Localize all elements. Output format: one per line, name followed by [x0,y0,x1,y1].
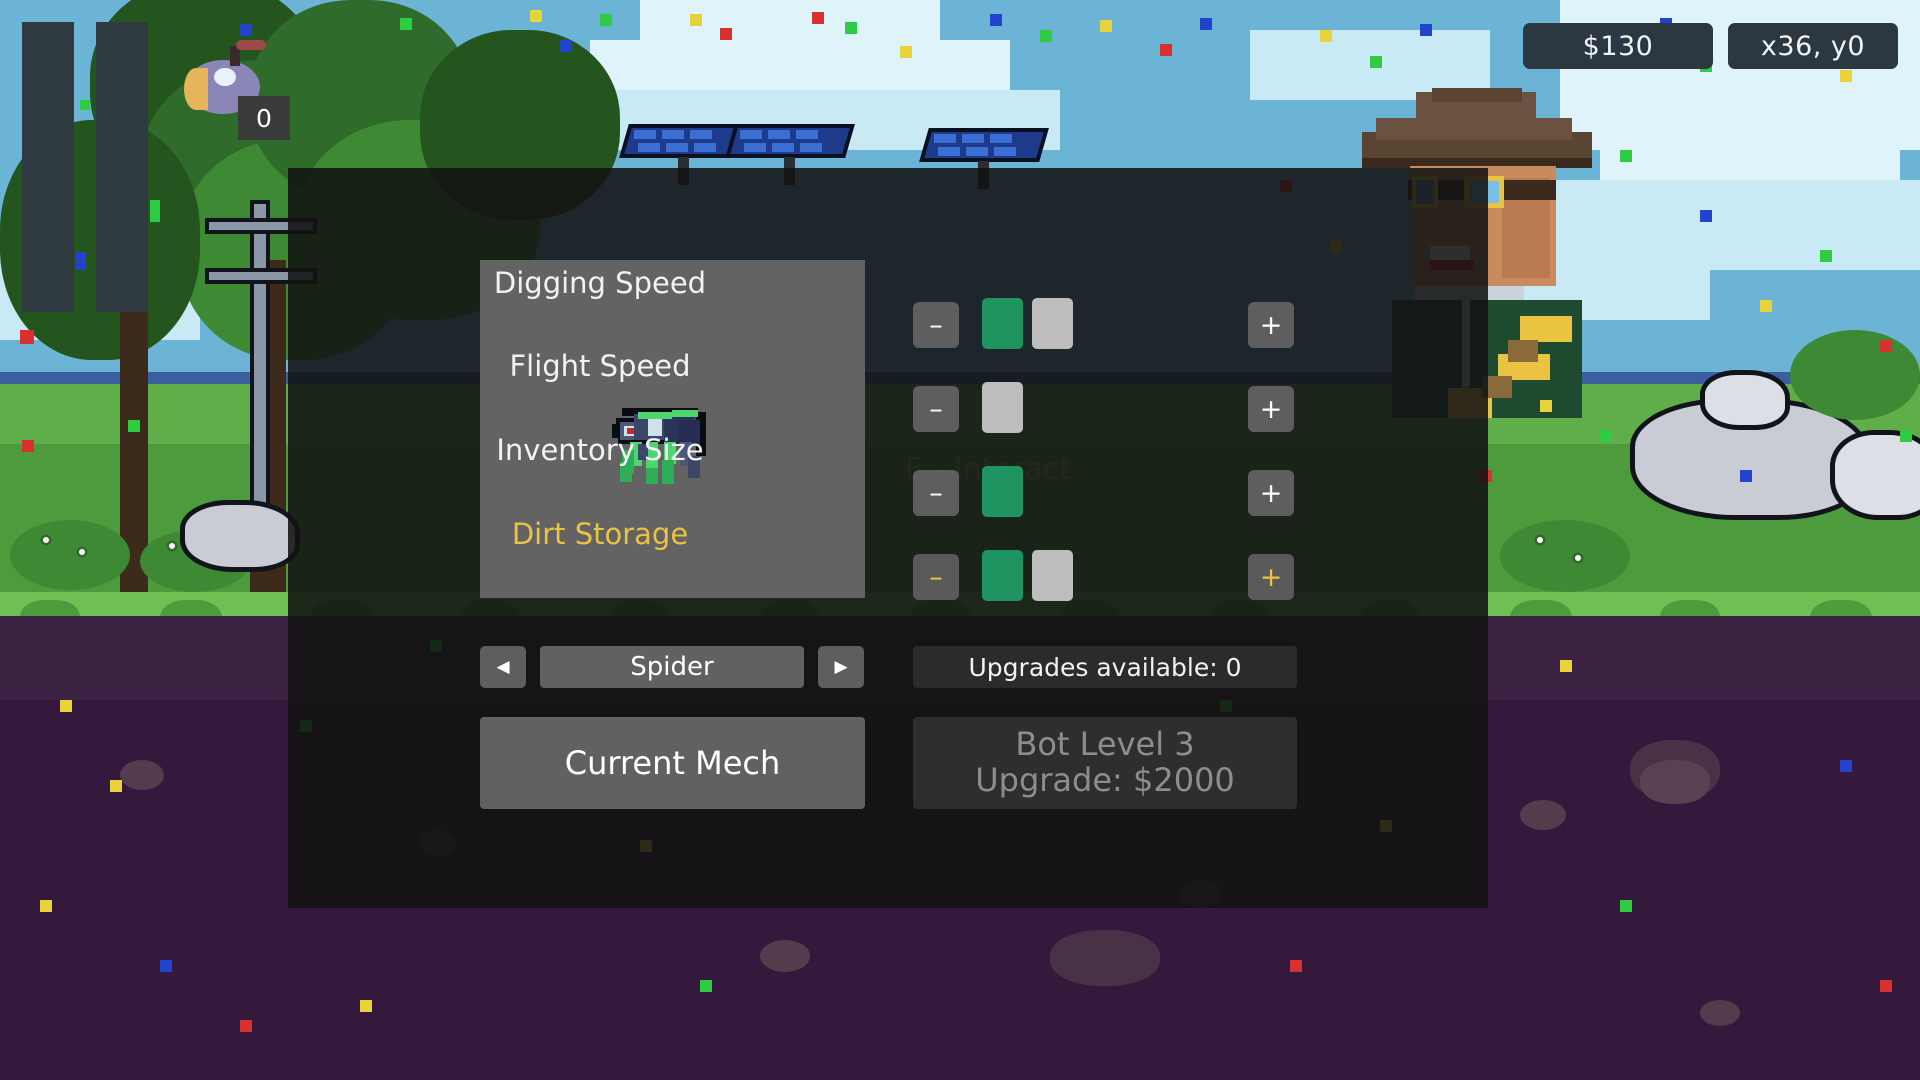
upgrade-decrement-inventory-size[interactable]: – [913,470,959,516]
upgrade-increment-digging-speed[interactable]: + [1248,302,1294,348]
money-display: $130 [1523,23,1713,69]
mech-name-display[interactable]: Spider [540,646,804,688]
upgrade-decrement-digging-speed[interactable]: – [913,302,959,348]
upgrade-increment-inventory-size[interactable]: + [1248,470,1294,516]
upgrade-increment-dirt-storage[interactable]: + [1248,554,1294,600]
dirt-pebble [760,940,810,972]
chevron-right-icon: ▶ [834,657,848,677]
upgrades-available-value: Upgrades available: 0 [968,652,1242,682]
underground-rock [1050,930,1160,986]
bot-upgrade-cost-label: Upgrade: $2000 [975,761,1235,799]
money-value: $130 [1582,30,1654,62]
underground-rock [1640,760,1710,804]
upgrade-pip-digging-speed-1[interactable] [982,298,1023,349]
boulder [1830,430,1920,520]
chevron-left-icon: ◀ [496,657,510,677]
bomb-count-value: 0 [256,103,272,133]
upgrade-pip-dirt-storage-1[interactable] [982,550,1023,601]
upgrade-label-digging-speed: Digging Speed [493,266,707,300]
upgrade-decrement-dirt-storage[interactable]: – [913,554,959,600]
dirt-pebble [120,760,164,790]
upgrade-label-flight-speed: Flight Speed [509,349,691,383]
game-screen: 0 $130 x36, y0 E - Interact [0,0,1920,1080]
upgrades-available-display: Upgrades available: 0 [913,646,1297,688]
upgrade-pip-dirt-storage-2[interactable] [1032,550,1073,601]
coordinates-display: x36, y0 [1728,23,1898,69]
dirt-pebble [1700,1000,1740,1026]
next-mech-button[interactable]: ▶ [818,646,864,688]
mech-name-value: Spider [630,652,714,682]
upgrade-decrement-flight-speed[interactable]: – [913,386,959,432]
current-mech-button[interactable]: Current Mech [480,717,865,809]
upgrade-pip-inventory-size-1[interactable] [982,466,1023,517]
dirt-pebble [1520,800,1566,830]
previous-mech-button[interactable]: ◀ [480,646,526,688]
flower [1572,552,1584,564]
bot-level-label: Bot Level 3 [1015,725,1195,764]
coordinates-value: x36, y0 [1760,30,1866,62]
flower [1534,534,1546,546]
bot-upgrade-button[interactable]: Bot Level 3 Upgrade: $2000 [913,717,1297,809]
bush [1790,330,1920,420]
bush [1500,520,1630,592]
upgrade-increment-flight-speed[interactable]: + [1248,386,1294,432]
upgrade-pip-digging-speed-2[interactable] [1032,298,1073,349]
bomb-count-badge: 0 [238,96,290,140]
upgrade-pip-flight-speed-1[interactable] [982,382,1023,433]
upgrade-label-dirt-storage: Dirt Storage [511,517,689,551]
upgrade-label-inventory-size: Inventory Size [496,433,704,467]
current-mech-label: Current Mech [564,744,781,782]
boulder [1700,370,1790,430]
